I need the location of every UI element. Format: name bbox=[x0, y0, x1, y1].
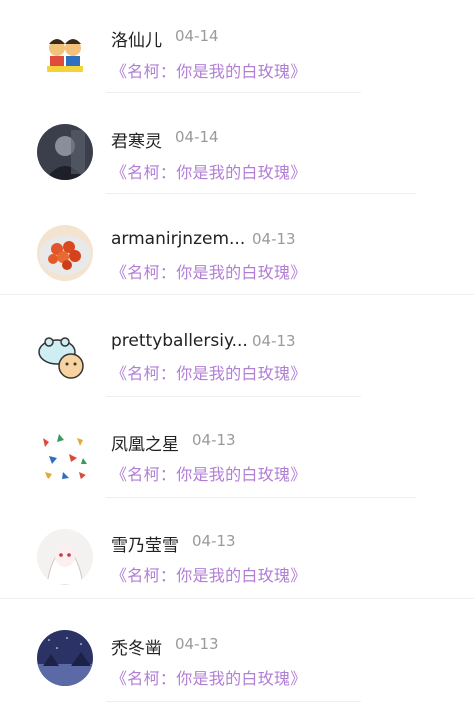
song-title[interactable]: 《名柯：你是我的白玫瑰》 bbox=[111, 461, 307, 485]
timestamp: 04-13 bbox=[252, 230, 296, 248]
avatar[interactable] bbox=[37, 630, 93, 686]
avatar[interactable] bbox=[37, 428, 93, 484]
divider bbox=[106, 396, 361, 397]
avatar[interactable] bbox=[37, 328, 93, 384]
divider bbox=[106, 193, 416, 194]
avatar[interactable] bbox=[37, 22, 93, 78]
list-item[interactable]: 君寒灵 04-14 《名柯：你是我的白玫瑰》 bbox=[0, 101, 474, 202]
list-item[interactable]: prettyballersiy... 04-13 《名柯：你是我的白玫瑰》 bbox=[0, 303, 474, 404]
song-title[interactable]: 《名柯：你是我的白玫瑰》 bbox=[111, 159, 307, 183]
timestamp: 04-14 bbox=[175, 27, 219, 45]
divider bbox=[106, 92, 361, 93]
divider bbox=[106, 701, 361, 702]
song-title[interactable]: 《名柯：你是我的白玫瑰》 bbox=[111, 665, 307, 689]
timestamp: 04-14 bbox=[175, 128, 219, 146]
avatar[interactable] bbox=[37, 225, 93, 281]
username[interactable]: 凤凰之星 bbox=[111, 430, 179, 455]
username[interactable]: prettyballersiy... bbox=[111, 331, 248, 351]
avatar[interactable] bbox=[37, 529, 93, 585]
username[interactable]: armanirjnzem... bbox=[111, 229, 245, 249]
username[interactable]: 雪乃莹雪 bbox=[111, 531, 179, 556]
timestamp: 04-13 bbox=[192, 532, 236, 550]
divider bbox=[0, 294, 474, 295]
list-item[interactable]: 洛仙儿 04-14 《名柯：你是我的白玫瑰》 bbox=[0, 0, 474, 101]
song-title[interactable]: 《名柯：你是我的白玫瑰》 bbox=[111, 360, 307, 384]
username[interactable]: 禿冬凿 bbox=[111, 634, 162, 659]
song-title[interactable]: 《名柯：你是我的白玫瑰》 bbox=[111, 562, 307, 586]
username[interactable]: 洛仙儿 bbox=[111, 26, 162, 51]
timestamp: 04-13 bbox=[252, 332, 296, 350]
song-title[interactable]: 《名柯：你是我的白玫瑰》 bbox=[111, 58, 307, 82]
divider bbox=[106, 497, 416, 498]
song-title[interactable]: 《名柯：你是我的白玫瑰》 bbox=[111, 259, 307, 283]
timestamp: 04-13 bbox=[192, 431, 236, 449]
list-item[interactable]: 凤凰之星 04-13 《名柯：你是我的白玫瑰》 bbox=[0, 404, 474, 505]
username[interactable]: 君寒灵 bbox=[111, 127, 162, 152]
avatar[interactable] bbox=[37, 124, 93, 180]
timestamp: 04-13 bbox=[175, 635, 219, 653]
list-item[interactable]: armanirjnzem... 04-13 《名柯：你是我的白玫瑰》 bbox=[0, 202, 474, 303]
divider bbox=[0, 598, 474, 599]
list-item[interactable]: 禿冬凿 04-13 《名柯：你是我的白玫瑰》 bbox=[0, 606, 474, 707]
list-item[interactable]: 雪乃莹雪 04-13 《名柯：你是我的白玫瑰》 bbox=[0, 505, 474, 606]
